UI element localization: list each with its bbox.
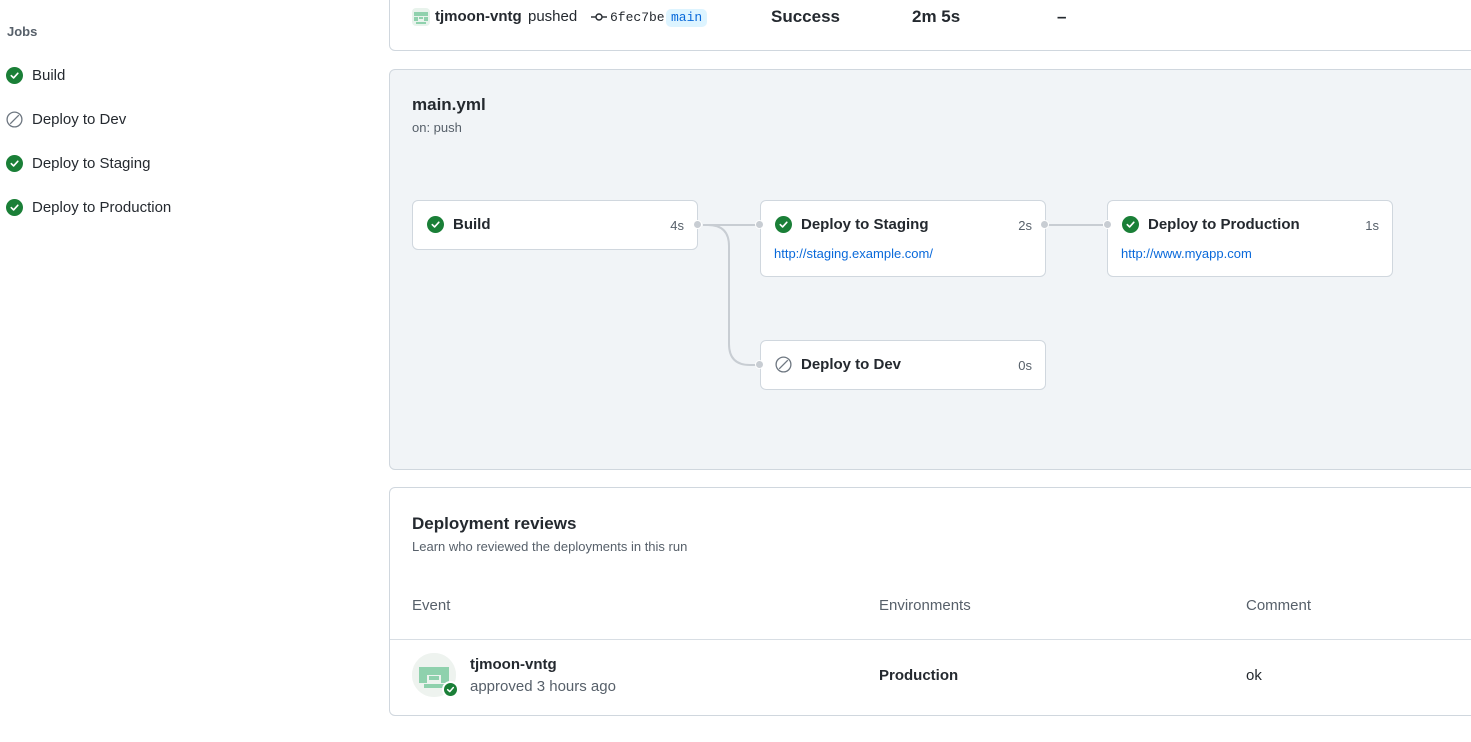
graph-node-port <box>1040 220 1049 229</box>
approved-check-icon <box>442 681 459 698</box>
reviews-divider <box>390 639 1471 640</box>
graph-job-name: Build <box>453 216 491 233</box>
check-circle-icon <box>6 198 23 216</box>
run-duration: 2m 5s <box>912 7 961 26</box>
workflow-graph-panel: main.yml on: push Build 4s Deploy to Sta… <box>389 69 1471 470</box>
actor-name[interactable]: tjmoon-vntg <box>435 8 522 25</box>
sidebar-job-build[interactable]: Build <box>6 61 65 89</box>
staging-environment-link[interactable]: http://staging.example.com/ <box>774 246 933 261</box>
skip-icon <box>6 110 23 128</box>
graph-job-header: Build <box>427 216 491 233</box>
column-header-environments: Environments <box>879 597 971 614</box>
graph-node-port <box>1103 220 1112 229</box>
column-header-event: Event <box>412 597 451 614</box>
sidebar-job-label: Deploy to Staging <box>32 154 151 172</box>
graph-job-header: Deploy to Dev <box>775 356 901 373</box>
column-header-comment: Comment <box>1246 597 1312 614</box>
graph-job-header: Deploy to Production <box>1122 216 1300 233</box>
check-circle-icon <box>775 216 792 233</box>
sidebar-job-deploy-staging[interactable]: Deploy to Staging <box>6 149 150 177</box>
git-commit-icon <box>591 10 607 24</box>
review-action: approved 3 hours ago <box>470 678 616 695</box>
graph-job-name: Deploy to Dev <box>801 356 902 373</box>
graph-job-deploy-dev[interactable]: Deploy to Dev 0s <box>760 340 1046 390</box>
graph-node-port <box>693 220 702 229</box>
graph-node-port <box>755 360 764 369</box>
jobs-sidebar: Jobs Build Deploy to Dev Deploy to Stagi… <box>0 0 360 742</box>
graph-node-port <box>755 220 764 229</box>
reviews-title: Deployment reviews <box>412 514 577 533</box>
graph-job-name: Deploy to Production <box>1148 216 1300 233</box>
skip-icon <box>775 356 792 373</box>
graph-job-build[interactable]: Build 4s <box>412 200 698 250</box>
graph-job-deploy-production[interactable]: Deploy to Production 1s http://www.myapp… <box>1107 200 1393 277</box>
graph-job-duration: 2s <box>1018 218 1032 233</box>
graph-job-name: Deploy to Staging <box>801 216 929 233</box>
check-circle-icon <box>6 66 23 84</box>
run-artifacts: – <box>1057 7 1067 26</box>
run-summary-row: tjmoon-vntg pushed 6fec7be main Success … <box>390 0 1471 43</box>
workflow-trigger: on: push <box>412 120 462 135</box>
check-circle-icon <box>1122 216 1139 233</box>
run-status: Success <box>771 7 840 26</box>
production-environment-link[interactable]: http://www.myapp.com <box>1121 246 1252 261</box>
run-summary-card: tjmoon-vntg pushed 6fec7be main Success … <box>389 0 1471 51</box>
graph-job-header: Deploy to Staging <box>775 216 929 233</box>
review-comment: ok <box>1246 667 1262 684</box>
sidebar-job-label: Deploy to Dev <box>32 110 127 128</box>
check-circle-icon <box>427 216 444 233</box>
actor-avatar[interactable] <box>412 8 430 26</box>
review-environment: Production <box>879 667 959 684</box>
graph-job-duration: 4s <box>670 218 684 233</box>
sidebar-job-deploy-dev[interactable]: Deploy to Dev <box>6 105 126 133</box>
branch-badge[interactable]: main <box>666 9 708 27</box>
workflow-file-name: main.yml <box>412 95 486 114</box>
graph-job-duration: 0s <box>1018 358 1032 373</box>
jobs-heading: Jobs <box>7 24 38 39</box>
sidebar-job-label: Build <box>32 66 66 84</box>
sidebar-job-deploy-production[interactable]: Deploy to Production <box>6 193 171 221</box>
deployment-reviews-card: Deployment reviews Learn who reviewed th… <box>389 487 1471 716</box>
check-circle-icon <box>6 154 23 172</box>
graph-job-duration: 1s <box>1365 218 1379 233</box>
sidebar-job-label: Deploy to Production <box>32 198 172 216</box>
commit-sha-link[interactable]: 6fec7be <box>610 10 665 25</box>
event-verb: pushed <box>528 8 578 25</box>
reviews-subtitle: Learn who reviewed the deployments in th… <box>412 539 688 554</box>
graph-job-deploy-staging[interactable]: Deploy to Staging 2s http://staging.exam… <box>760 200 1046 277</box>
reviewer-name[interactable]: tjmoon-vntg <box>470 656 557 673</box>
